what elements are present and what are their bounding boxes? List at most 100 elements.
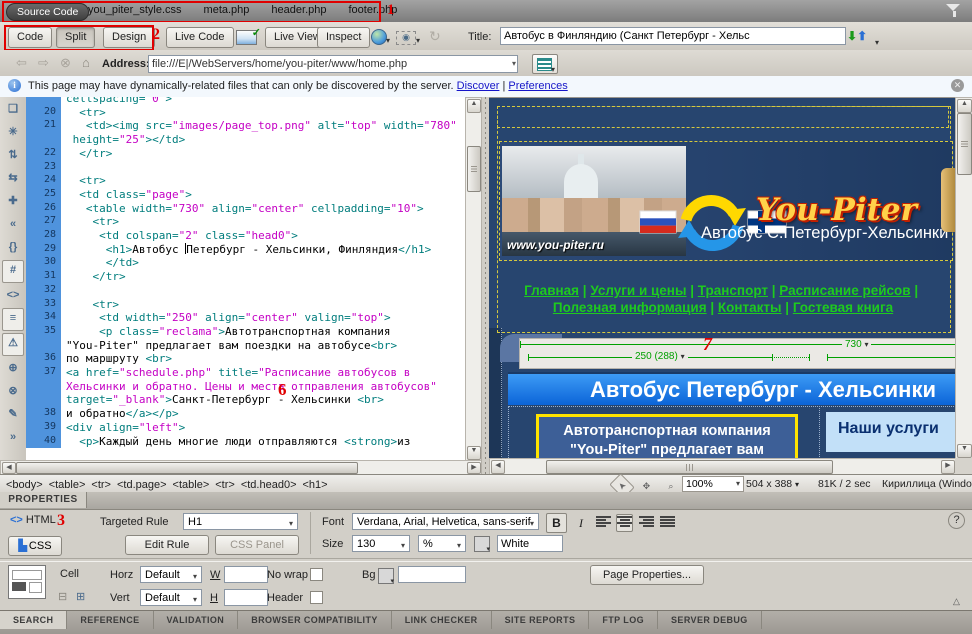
address-input[interactable]: [148, 55, 518, 73]
collapse-selection-icon[interactable]: ⇆: [3, 168, 23, 189]
window-size-combo[interactable]: 504 x 388 ▾: [746, 478, 799, 490]
design-vertical-scrollbar[interactable]: ▲ ▼: [955, 97, 972, 460]
panel-tab-search[interactable]: SEARCH: [0, 611, 67, 629]
code-line[interactable]: 29 <h1>Автобус Петербург - Хельсинки, Фи…: [26, 243, 465, 257]
help-icon[interactable]: ?: [948, 512, 965, 529]
refresh-design-view-icon[interactable]: ↻: [429, 28, 441, 45]
code-view[interactable]: cellspacing="0">20 <tr>21 <td><img src="…: [26, 97, 465, 460]
open-documents-icon[interactable]: ❏: [3, 99, 23, 120]
scroll-left-icon[interactable]: ◀: [2, 462, 16, 474]
bold-button[interactable]: B: [546, 513, 567, 533]
code-line[interactable]: 35 <p class="reclama">Автотранспортная к…: [26, 325, 465, 339]
design-scroll-thumb[interactable]: [957, 113, 972, 175]
italic-button[interactable]: I: [571, 514, 590, 532]
code-line[interactable]: 32: [26, 284, 465, 298]
preferences-link[interactable]: Preferences: [508, 80, 567, 92]
code-line[interactable]: 20 <tr>: [26, 106, 465, 120]
panel-tab-server-debug[interactable]: SERVER DEBUG: [658, 611, 762, 629]
scroll-right-icon[interactable]: ▶: [941, 460, 955, 474]
edit-rule-button[interactable]: Edit Rule: [125, 535, 209, 555]
remove-comment-icon[interactable]: ⊗: [3, 381, 23, 402]
html-mode-button[interactable]: <>HTML: [10, 514, 56, 526]
header-checkbox[interactable]: [310, 591, 323, 604]
code-line[interactable]: 27 <tr>: [26, 215, 465, 229]
select-parent-tag-icon[interactable]: «: [3, 214, 23, 235]
targeted-rule-combo[interactable]: ▾H1: [183, 513, 298, 530]
code-line[interactable]: 24 <tr>: [26, 174, 465, 188]
split-cell-icon[interactable]: ⊞: [76, 590, 85, 603]
discover-link[interactable]: Discover: [457, 80, 500, 92]
scroll-up-icon[interactable]: ▲: [957, 99, 972, 113]
code-line[interactable]: 30 </td>: [26, 256, 465, 270]
code-line[interactable]: target="_blank">Санкт-Петербург - Хельси…: [26, 393, 465, 407]
code-navigator-icon[interactable]: ✳: [3, 122, 23, 143]
balance-braces-icon[interactable]: {}: [3, 237, 23, 258]
inspect-button[interactable]: Inspect: [317, 27, 370, 48]
cell-height-field[interactable]: [224, 589, 268, 606]
scroll-left-icon[interactable]: ◀: [491, 460, 505, 474]
collapse-full-tag-icon[interactable]: ⇅: [3, 145, 23, 166]
code-line[interactable]: 37<a href="schedule.php" title="Расписан…: [26, 366, 465, 380]
magnification-combo[interactable]: 100%▾: [682, 476, 744, 492]
site-banner[interactable]: www.you-piter.ru You-Piter: [499, 141, 953, 261]
file-transfer-icon[interactable]: ⬇⬆: [847, 29, 867, 43]
code-line[interactable]: 23: [26, 161, 465, 175]
code-line[interactable]: 38и обратно</a></p>: [26, 407, 465, 421]
live-code-button[interactable]: Live Code: [166, 27, 234, 48]
code-line[interactable]: Хельсинки и обратно. Цены и места отправ…: [26, 380, 465, 394]
forward-icon[interactable]: ⇨: [38, 55, 49, 71]
align-right-icon[interactable]: [638, 514, 655, 532]
code-line[interactable]: cellspacing="0">: [26, 97, 465, 106]
properties-tab[interactable]: PROPERTIES: [0, 492, 87, 508]
scroll-up-icon[interactable]: ▲: [467, 99, 481, 113]
code-line[interactable]: 39<div align="left">: [26, 421, 465, 435]
design-hscroll-thumb[interactable]: [546, 460, 833, 474]
line-numbers-icon[interactable]: #: [2, 260, 24, 283]
reclama-box[interactable]: Автотранспортная компания "You-Piter" пр…: [536, 414, 798, 459]
no-wrap-checkbox[interactable]: [310, 568, 323, 581]
panel-tab-validation[interactable]: VALIDATION: [154, 611, 239, 629]
code-line[interactable]: height="25"></td>: [26, 133, 465, 147]
apply-comment-icon[interactable]: ⊕: [3, 358, 23, 379]
word-wrap-icon[interactable]: ≡: [2, 308, 24, 331]
document-title-input[interactable]: [500, 27, 846, 45]
format-source-code-icon[interactable]: ✎: [3, 404, 23, 425]
file-status-icon[interactable]: ✓: [236, 30, 257, 45]
code-line[interactable]: 31 </tr>: [26, 270, 465, 284]
size-unit-combo[interactable]: ▾%: [418, 535, 466, 552]
preview-in-browser-icon[interactable]: [371, 29, 387, 45]
merge-cells-icon[interactable]: ⊟: [58, 590, 67, 603]
more-options-icon[interactable]: »: [3, 427, 23, 448]
code-line[interactable]: 25 <td class="page">: [26, 188, 465, 202]
column-width-menu-250[interactable]: 250 (288) ▾: [632, 351, 688, 362]
site-nav-link[interactable]: Гостевая книга: [793, 300, 893, 315]
code-line[interactable]: 26 <table width="730" align="center" cel…: [26, 202, 465, 216]
panel-tab-ftp-log[interactable]: FTP LOG: [589, 611, 658, 629]
visual-aids-icon[interactable]: ◉: [396, 31, 416, 45]
scroll-down-icon[interactable]: ▼: [467, 446, 481, 460]
css-panel-button[interactable]: CSS Panel: [215, 535, 299, 555]
code-hscroll-thumb[interactable]: [16, 462, 358, 474]
site-nav-link[interactable]: Расписание рейсов: [779, 283, 910, 298]
text-color-swatch[interactable]: ▾: [474, 536, 490, 552]
site-nav-link[interactable]: Полезная информация: [553, 300, 707, 315]
site-nav-link[interactable]: Главная: [524, 283, 579, 298]
expand-all-icon[interactable]: ✚: [3, 191, 23, 212]
bg-color-field[interactable]: [398, 566, 466, 583]
code-scroll-thumb[interactable]: [467, 146, 481, 192]
services-box[interactable]: Наши услуги: [826, 412, 955, 452]
table-width-menu-730[interactable]: 730 ▾: [842, 339, 871, 350]
code-line[interactable]: 28 <td colspan="2" class="head0">: [26, 229, 465, 243]
back-icon[interactable]: ⇦: [16, 55, 27, 71]
view-options-button[interactable]: ▾: [532, 54, 558, 74]
site-nav-link[interactable]: Транспорт: [698, 283, 768, 298]
align-left-icon[interactable]: [595, 514, 612, 532]
font-combo[interactable]: ▾Verdana, Arial, Helvetica, sans-serif: [352, 513, 539, 530]
bg-color-swatch[interactable]: ▾: [378, 568, 394, 584]
code-line[interactable]: 36по маршруту <br>: [26, 352, 465, 366]
panel-tab-browser-compatibility[interactable]: BROWSER COMPATIBILITY: [238, 611, 392, 629]
text-color-field[interactable]: [497, 535, 563, 552]
size-combo[interactable]: ▾130: [352, 535, 410, 552]
address-dropdown-icon[interactable]: ▾: [512, 59, 516, 68]
collapse-panel-icon[interactable]: △: [953, 596, 960, 607]
